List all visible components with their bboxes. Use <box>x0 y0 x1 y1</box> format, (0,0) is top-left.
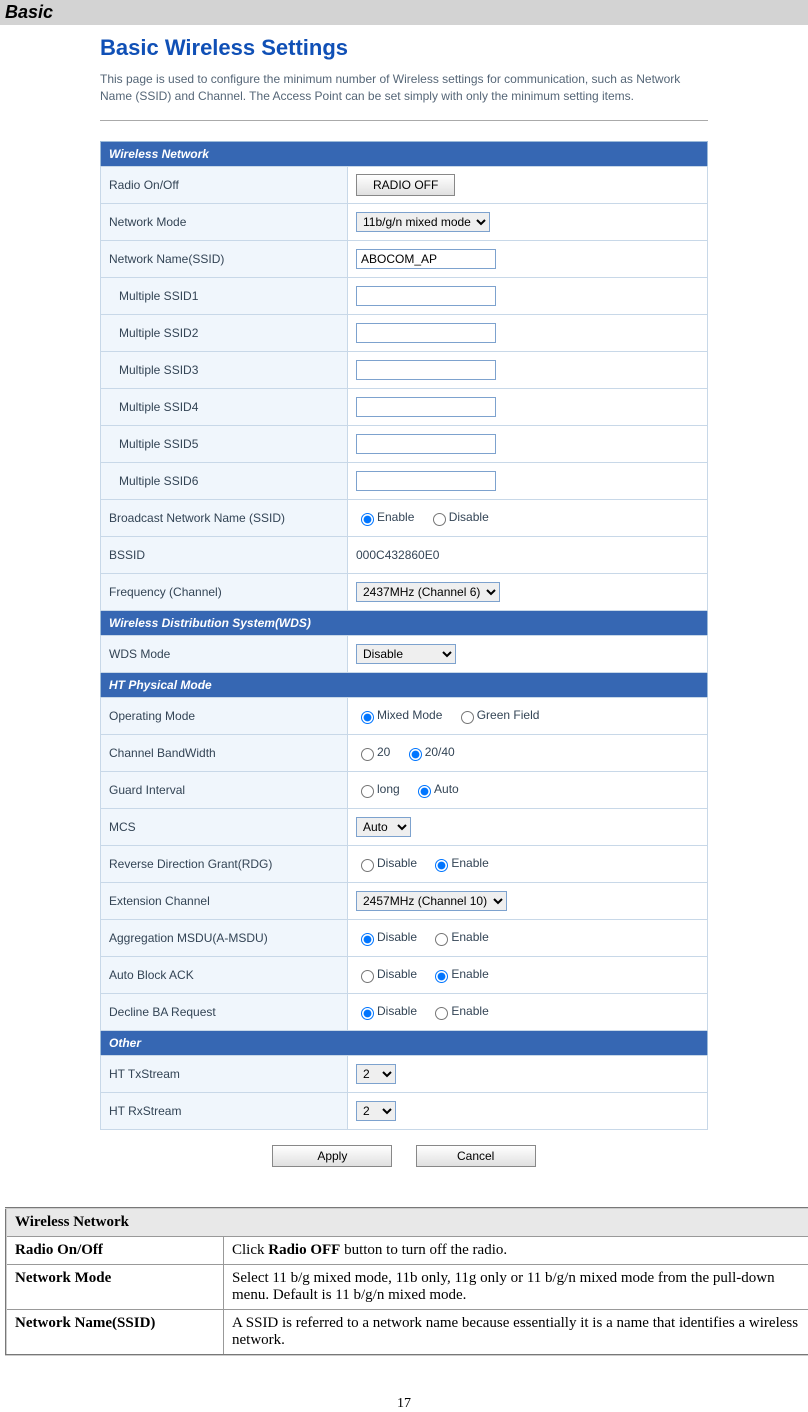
bw2040-label: 20/40 <box>425 745 455 759</box>
doc-header: Wireless Network <box>6 1208 808 1237</box>
ba-enable-label: Enable <box>451 1004 488 1018</box>
label-operating-mode: Operating Mode <box>101 697 348 734</box>
ba-enable-radio[interactable] <box>435 1007 448 1020</box>
label-ssid1: Multiple SSID1 <box>101 277 348 314</box>
config-content: Basic Wireless Settings This page is use… <box>0 25 808 1187</box>
page-description: This page is used to configure the minim… <box>100 71 708 105</box>
label-ssid3: Multiple SSID3 <box>101 351 348 388</box>
divider <box>100 120 708 121</box>
doc-desc-0: Click Radio OFF button to turn off the r… <box>224 1236 808 1264</box>
section-ht: HT Physical Mode <box>101 672 708 697</box>
rxstream-select[interactable]: 2 <box>356 1101 396 1121</box>
label-bssid: BSSID <box>101 536 348 573</box>
mixed-mode-radio[interactable] <box>361 711 374 724</box>
doc-desc-2: A SSID is referred to a network name bec… <box>224 1309 808 1355</box>
ssid3-input[interactable] <box>356 360 496 380</box>
ssid6-input[interactable] <box>356 471 496 491</box>
label-wds-mode: WDS Mode <box>101 635 348 672</box>
ba-disable-label: Disable <box>377 1004 417 1018</box>
doc-label-1: Network Mode <box>6 1264 224 1309</box>
network-mode-select[interactable]: 11b/g/n mixed mode <box>356 212 490 232</box>
amsdu-disable-label: Disable <box>377 930 417 944</box>
section-wds: Wireless Distribution System(WDS) <box>101 610 708 635</box>
auto-label: Auto <box>434 782 459 796</box>
ssid4-input[interactable] <box>356 397 496 417</box>
long-label: long <box>377 782 400 796</box>
green-field-radio[interactable] <box>461 711 474 724</box>
doc-desc-1: Select 11 b/g mixed mode, 11b only, 11g … <box>224 1264 808 1309</box>
section-wireless-network: Wireless Network <box>101 141 708 166</box>
txstream-select[interactable]: 2 <box>356 1064 396 1084</box>
label-broadcast: Broadcast Network Name (SSID) <box>101 499 348 536</box>
amsdu-enable-label: Enable <box>451 930 488 944</box>
label-network-mode: Network Mode <box>101 203 348 240</box>
ext-channel-select[interactable]: 2457MHz (Channel 10) <box>356 891 507 911</box>
label-ssid6: Multiple SSID6 <box>101 462 348 499</box>
wds-mode-select[interactable]: Disable <box>356 644 456 664</box>
label-txstream: HT TxStream <box>101 1055 348 1092</box>
label-ssid5: Multiple SSID5 <box>101 425 348 462</box>
label-ssid2: Multiple SSID2 <box>101 314 348 351</box>
rdg-disable-radio[interactable] <box>361 859 374 872</box>
label-ssid4: Multiple SSID4 <box>101 388 348 425</box>
auto-radio[interactable] <box>418 785 431 798</box>
amsdu-disable-radio[interactable] <box>361 933 374 946</box>
rdg-disable-label: Disable <box>377 856 417 870</box>
broadcast-enable-radio[interactable] <box>361 513 374 526</box>
amsdu-enable-radio[interactable] <box>435 933 448 946</box>
label-amsdu: Aggregation MSDU(A-MSDU) <box>101 919 348 956</box>
ssid5-input[interactable] <box>356 434 496 454</box>
label-radio: Radio On/Off <box>101 166 348 203</box>
bw20-radio[interactable] <box>361 748 374 761</box>
heading-bar: Basic <box>0 0 808 25</box>
bssid-value: 000C432860E0 <box>356 548 439 562</box>
rdg-enable-label: Enable <box>451 856 488 870</box>
broadcast-enable-label: Enable <box>377 510 414 524</box>
ack-enable-label: Enable <box>451 967 488 981</box>
broadcast-disable-radio[interactable] <box>433 513 446 526</box>
long-radio[interactable] <box>361 785 374 798</box>
label-rxstream: HT RxStream <box>101 1092 348 1129</box>
page-number: 17 <box>0 1396 808 1412</box>
label-ssid: Network Name(SSID) <box>101 240 348 277</box>
config-table: Wireless Network Radio On/Off RADIO OFF … <box>100 141 708 1130</box>
mcs-select[interactable]: Auto <box>356 817 411 837</box>
doc-label-0: Radio On/Off <box>6 1236 224 1264</box>
apply-button[interactable]: Apply <box>272 1145 392 1167</box>
section-other: Other <box>101 1030 708 1055</box>
ack-disable-label: Disable <box>377 967 417 981</box>
button-row: Apply Cancel <box>100 1145 708 1167</box>
ack-enable-radio[interactable] <box>435 970 448 983</box>
ssid-input[interactable] <box>356 249 496 269</box>
label-bandwidth: Channel BandWidth <box>101 734 348 771</box>
green-field-label: Green Field <box>477 708 540 722</box>
rdg-enable-radio[interactable] <box>435 859 448 872</box>
bw2040-radio[interactable] <box>409 748 422 761</box>
heading-text: Basic <box>5 2 53 22</box>
ba-disable-radio[interactable] <box>361 1007 374 1020</box>
ssid1-input[interactable] <box>356 286 496 306</box>
label-guard: Guard Interval <box>101 771 348 808</box>
bw20-label: 20 <box>377 745 390 759</box>
ack-disable-radio[interactable] <box>361 970 374 983</box>
label-decline-ba: Decline BA Request <box>101 993 348 1030</box>
ssid2-input[interactable] <box>356 323 496 343</box>
broadcast-disable-label: Disable <box>449 510 489 524</box>
mixed-mode-label: Mixed Mode <box>377 708 442 722</box>
page-title: Basic Wireless Settings <box>100 35 708 61</box>
doc-label-2: Network Name(SSID) <box>6 1309 224 1355</box>
label-ack: Auto Block ACK <box>101 956 348 993</box>
label-mcs: MCS <box>101 808 348 845</box>
cancel-button[interactable]: Cancel <box>416 1145 536 1167</box>
label-rdg: Reverse Direction Grant(RDG) <box>101 845 348 882</box>
label-frequency: Frequency (Channel) <box>101 573 348 610</box>
radio-off-button[interactable]: RADIO OFF <box>356 174 455 196</box>
doc-table: Wireless Network Radio On/Off Click Radi… <box>5 1207 808 1356</box>
frequency-select[interactable]: 2437MHz (Channel 6) <box>356 582 500 602</box>
label-ext-channel: Extension Channel <box>101 882 348 919</box>
